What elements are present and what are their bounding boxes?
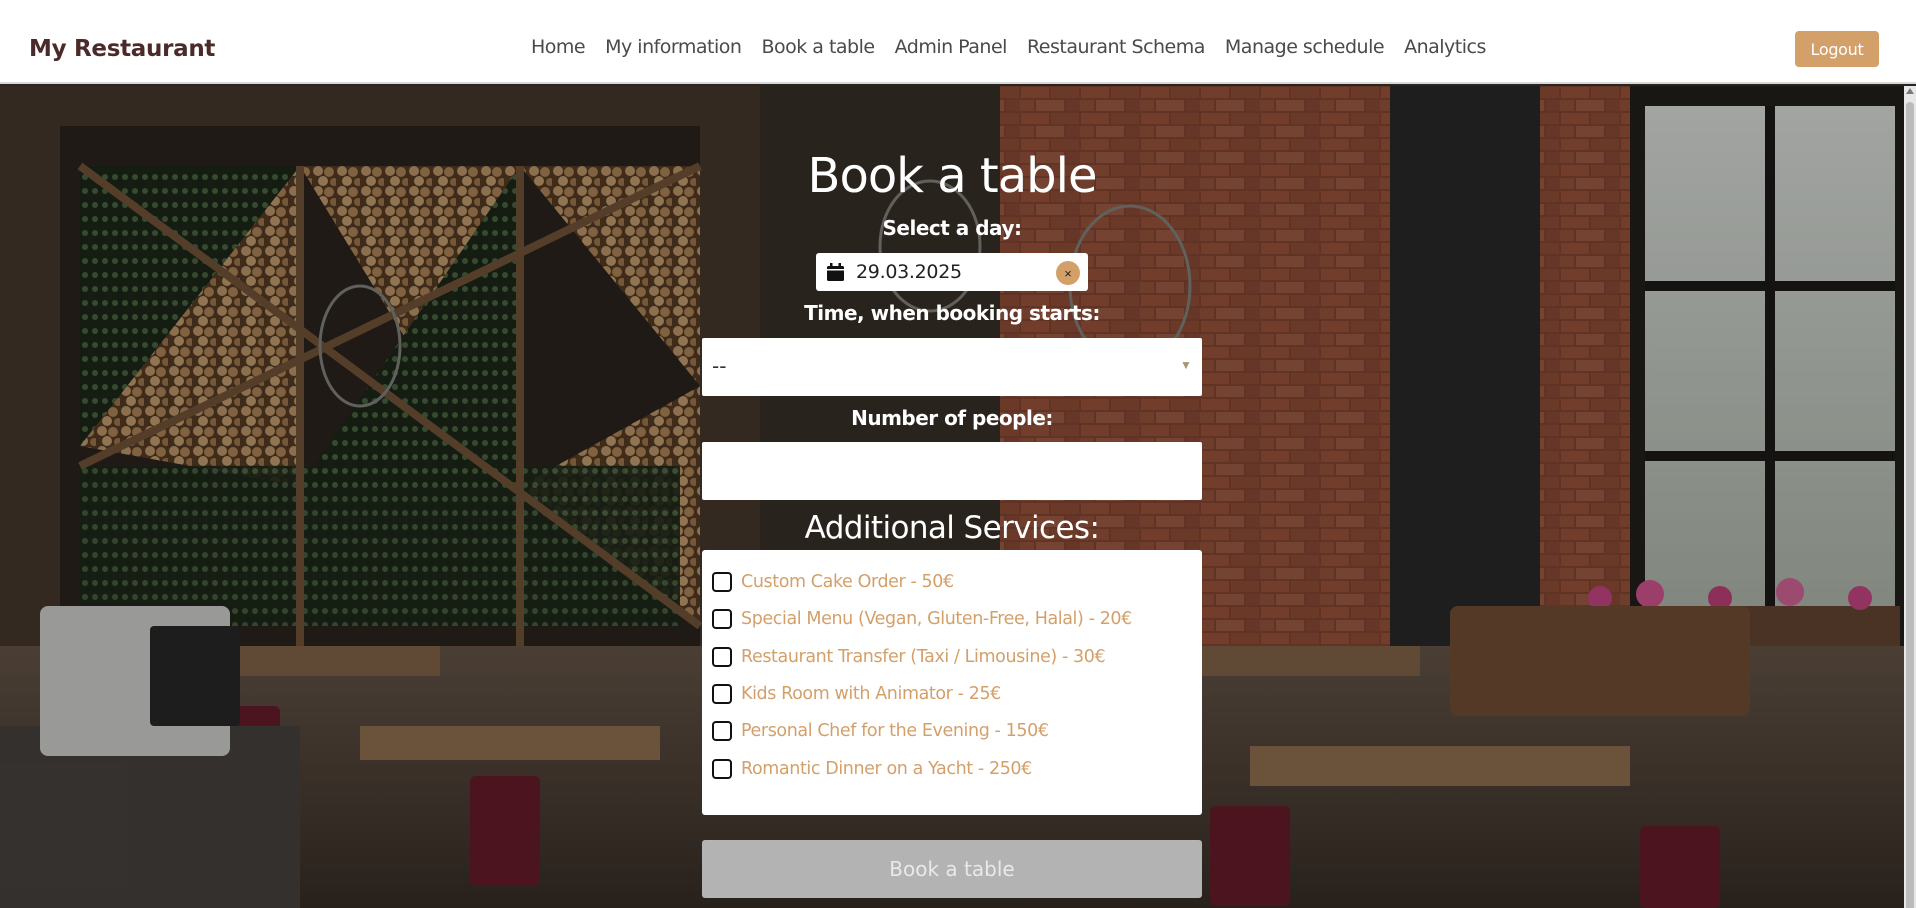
service-checkbox[interactable] bbox=[712, 684, 732, 704]
service-checkbox[interactable] bbox=[712, 647, 732, 667]
nav-restaurant-schema[interactable]: Restaurant Schema bbox=[1027, 36, 1205, 58]
date-value[interactable]: 29.03.2025 bbox=[856, 261, 962, 283]
service-option-cake[interactable]: Custom Cake Order - 50€ bbox=[712, 568, 954, 596]
service-option-kids-room[interactable]: Kids Room with Animator - 25€ bbox=[712, 680, 1001, 708]
clear-date-icon[interactable]: × bbox=[1056, 261, 1080, 285]
service-checkbox[interactable] bbox=[712, 609, 732, 629]
services-heading: Additional Services: bbox=[804, 510, 1100, 546]
service-option-personal-chef[interactable]: Personal Chef for the Evening - 150€ bbox=[712, 717, 1049, 745]
chevron-down-icon: ▼ bbox=[1180, 358, 1192, 372]
page-scrollbar[interactable] bbox=[1904, 86, 1916, 908]
brand-logo-text[interactable]: My Restaurant bbox=[29, 36, 215, 62]
people-label: Number of people: bbox=[851, 406, 1053, 430]
time-select-value: -- bbox=[712, 354, 727, 378]
service-label[interactable]: Special Menu (Vegan, Gluten-Free, Halal)… bbox=[741, 609, 1132, 629]
service-option-special-menu[interactable]: Special Menu (Vegan, Gluten-Free, Halal)… bbox=[712, 605, 1132, 633]
scroll-up-icon[interactable] bbox=[1906, 88, 1914, 94]
service-checkbox[interactable] bbox=[712, 572, 732, 592]
service-checkbox[interactable] bbox=[712, 721, 732, 741]
service-checkbox[interactable] bbox=[712, 759, 732, 779]
nav-admin-panel[interactable]: Admin Panel bbox=[895, 36, 1008, 58]
logout-button[interactable]: Logout bbox=[1795, 31, 1879, 67]
service-label[interactable]: Restaurant Transfer (Taxi / Limousine) -… bbox=[741, 647, 1106, 667]
top-navbar: My Restaurant Home My information Book a… bbox=[0, 0, 1916, 84]
date-picker[interactable]: 29.03.2025 × bbox=[816, 253, 1088, 291]
people-input[interactable] bbox=[702, 442, 1202, 500]
service-label[interactable]: Personal Chef for the Evening - 150€ bbox=[741, 721, 1049, 741]
main-nav: Home My information Book a table Admin P… bbox=[531, 36, 1506, 58]
nav-home[interactable]: Home bbox=[531, 36, 586, 58]
service-label[interactable]: Kids Room with Animator - 25€ bbox=[741, 684, 1001, 704]
nav-my-information[interactable]: My information bbox=[605, 36, 742, 58]
services-list: Custom Cake Order - 50€ Special Menu (Ve… bbox=[702, 550, 1202, 815]
nav-book-a-table[interactable]: Book a table bbox=[761, 36, 875, 58]
nav-manage-schedule[interactable]: Manage schedule bbox=[1225, 36, 1385, 58]
service-label[interactable]: Custom Cake Order - 50€ bbox=[741, 572, 954, 592]
booking-form: Book a table Select a day: 29.03.2025 × … bbox=[0, 86, 1904, 908]
book-table-button[interactable]: Book a table bbox=[702, 840, 1202, 898]
service-option-transfer[interactable]: Restaurant Transfer (Taxi / Limousine) -… bbox=[712, 643, 1106, 671]
page-title: Book a table bbox=[807, 148, 1098, 204]
scrollbar-thumb[interactable] bbox=[1906, 102, 1914, 908]
service-label[interactable]: Romantic Dinner on a Yacht - 250€ bbox=[741, 759, 1032, 779]
service-option-yacht[interactable]: Romantic Dinner on a Yacht - 250€ bbox=[712, 755, 1032, 783]
time-select[interactable]: -- ▼ bbox=[702, 338, 1202, 396]
day-label: Select a day: bbox=[882, 216, 1022, 240]
calendar-icon[interactable] bbox=[827, 263, 844, 281]
nav-analytics[interactable]: Analytics bbox=[1404, 36, 1486, 58]
time-label: Time, when booking starts: bbox=[804, 301, 1100, 325]
